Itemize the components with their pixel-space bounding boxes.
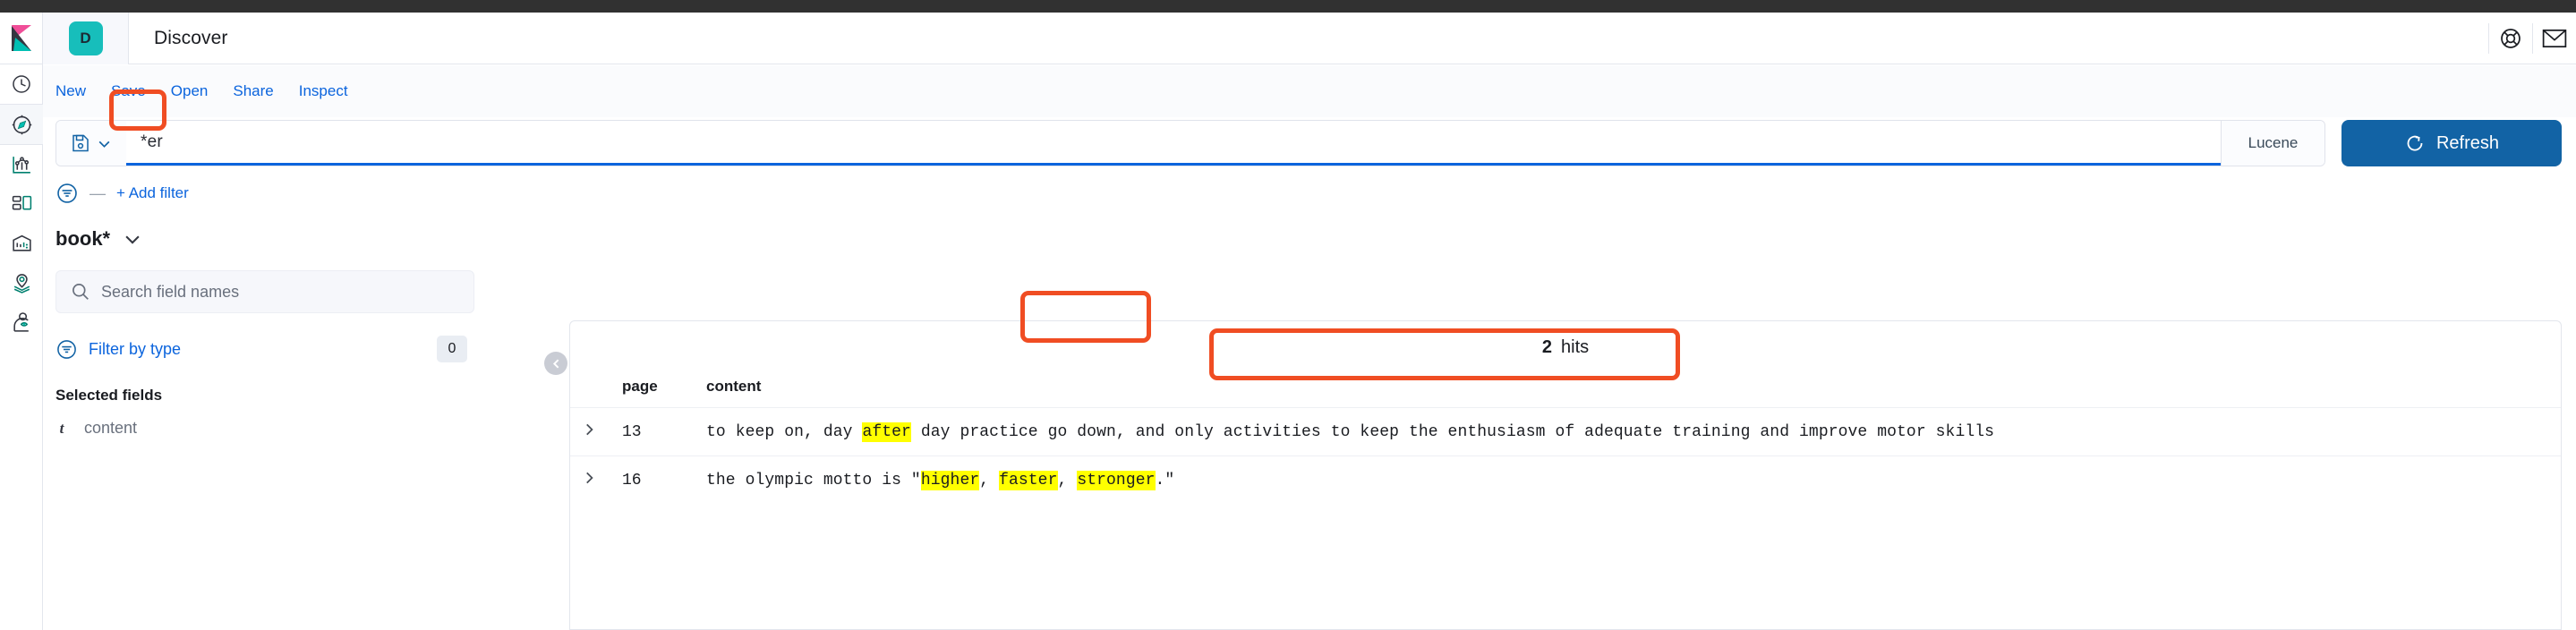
field-search-input[interactable]: Search field names	[55, 270, 474, 313]
content-text: ."	[1155, 471, 1175, 490]
canvas-icon	[12, 234, 31, 251]
topnav-new[interactable]: New	[55, 82, 86, 100]
page-title: Discover	[154, 27, 228, 48]
column-header-page[interactable]: page	[622, 378, 706, 396]
refresh-icon	[2407, 135, 2423, 151]
saved-query-button[interactable]	[56, 121, 126, 166]
search-highlight: stronger	[1077, 470, 1156, 490]
ml-icon	[13, 311, 29, 332]
topnav-inspect[interactable]: Inspect	[299, 82, 348, 100]
filter-by-type-row[interactable]: Filter by type 0	[55, 331, 474, 367]
results-rows: 13 to keep on, day after day practice go …	[570, 407, 2561, 504]
filter-bar-dash: —	[90, 183, 106, 202]
help-button[interactable]	[2489, 13, 2532, 64]
chart-icon	[12, 156, 30, 174]
chevron-down-icon	[125, 235, 140, 244]
nav-item-recently-viewed[interactable]	[0, 64, 43, 104]
topnav-open[interactable]: Open	[171, 82, 209, 100]
search-highlight: higher	[920, 470, 980, 490]
hits-label: hits	[1561, 336, 1590, 357]
content-text: ,	[1057, 471, 1078, 490]
filter-bar: — + Add filter	[55, 175, 189, 211]
field-search-placeholder: Search field names	[101, 282, 240, 301]
filter-by-type-count-badge: 0	[437, 336, 467, 362]
filter-icon[interactable]	[55, 182, 79, 205]
query-input[interactable]: *er	[126, 121, 2221, 166]
compass-icon	[12, 115, 31, 134]
query-input-group: *er Lucene	[55, 120, 2325, 166]
nav-item-discover[interactable]	[0, 105, 43, 144]
topnav-share[interactable]: Share	[233, 82, 273, 100]
cell-content: to keep on, day after day practice go do…	[706, 421, 2561, 442]
nav-item-maps[interactable]	[0, 263, 43, 302]
os-title-strip	[0, 0, 2576, 13]
left-nav-rail	[0, 64, 43, 630]
content-text: ,	[979, 471, 1000, 490]
kibana-logo-icon	[11, 24, 31, 51]
map-pin-icon	[13, 273, 30, 294]
nav-item-visualize[interactable]	[0, 145, 43, 184]
filter-icon	[57, 339, 76, 359]
save-disk-icon	[73, 134, 89, 152]
discover-topnav: New Save Open Share Inspect	[43, 65, 2576, 117]
add-filter-button[interactable]: + Add filter	[116, 184, 189, 202]
sidebar-collapse-button[interactable]	[544, 352, 567, 375]
dashboard-icon	[12, 195, 31, 209]
field-name-label: content	[84, 419, 138, 437]
refresh-button-label: Refresh	[2435, 132, 2500, 153]
chevron-left-icon	[552, 358, 559, 369]
mail-icon	[2542, 29, 2567, 47]
index-pattern-selector[interactable]: book*	[55, 218, 544, 260]
chevron-right-icon[interactable]	[583, 421, 622, 442]
kibana-logo-cell[interactable]	[0, 12, 43, 64]
table-row[interactable]: 13 to keep on, day after day practice go …	[570, 407, 2561, 455]
app-badge: D	[68, 21, 103, 55]
field-list-item-content[interactable]: t content	[55, 419, 544, 438]
results-table-header: page content	[570, 366, 2561, 407]
search-highlight: faster	[999, 470, 1058, 490]
app-badge-cell[interactable]: D	[43, 12, 129, 64]
index-pattern-name: book*	[55, 227, 111, 250]
field-type-indicator: t	[59, 419, 64, 437]
column-header-content[interactable]: content	[706, 378, 2561, 396]
table-row[interactable]: 16 the olympic motto is "higher, faster, …	[570, 455, 2561, 504]
nav-item-machine-learning[interactable]	[0, 302, 43, 342]
topnav-save[interactable]: Save	[111, 82, 146, 100]
nav-item-dashboard[interactable]	[0, 184, 43, 224]
hits-summary: 2 hits	[570, 321, 2561, 366]
content-text: day practice go down, and only activitie…	[910, 422, 1995, 441]
kibana-discover-app: D Discover New Save Open Share Inspect *…	[0, 0, 2576, 630]
mail-button[interactable]	[2533, 13, 2576, 64]
cell-content: the olympic motto is "higher, faster, st…	[706, 470, 2561, 490]
chevron-down-icon	[98, 140, 110, 148]
results-panel: 2 hits page content 13 to keep on, day af…	[569, 320, 2562, 630]
filter-by-type-label: Filter by type	[89, 339, 182, 358]
clock-icon	[13, 75, 30, 93]
hits-count: 2	[1541, 336, 1552, 357]
content-text: to keep on, day	[706, 422, 863, 441]
refresh-button[interactable]: Refresh	[2341, 120, 2562, 166]
query-input-value: *er	[141, 132, 163, 151]
search-icon	[73, 284, 89, 300]
query-language-selector[interactable]: Lucene	[2221, 121, 2324, 166]
nav-item-canvas[interactable]	[0, 224, 43, 263]
content-text: the olympic motto is "	[706, 471, 921, 490]
query-bar: *er Lucene Refresh	[55, 120, 2562, 166]
selected-fields-header: Selected fields	[55, 387, 163, 404]
help-icon	[2501, 28, 2521, 48]
field-sidebar: book* Search field names Filter by type …	[43, 218, 544, 630]
search-highlight: after	[862, 421, 911, 442]
cell-page: 16	[622, 471, 642, 490]
app-header: D Discover	[0, 12, 2576, 64]
cell-page: 13	[622, 422, 642, 441]
chevron-right-icon[interactable]	[583, 470, 622, 490]
